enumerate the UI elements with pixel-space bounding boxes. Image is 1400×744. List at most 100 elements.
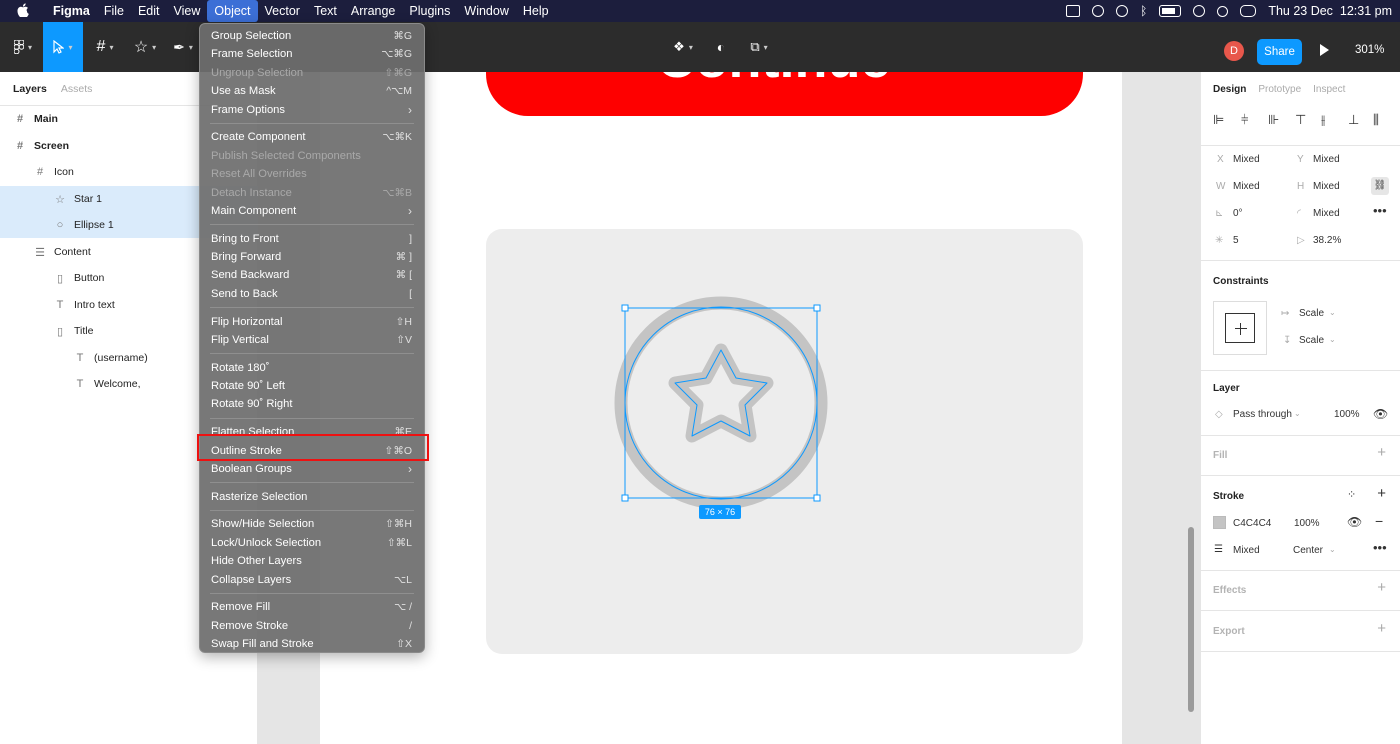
clock[interactable]: Thu 23 Dec 12:31 pm: [1268, 4, 1392, 18]
menu-item[interactable]: Lock/Unlock Selection ⇧⌘L: [200, 534, 424, 552]
stroke-color-field[interactable]: C4C4C4: [1233, 518, 1271, 529]
menu-item[interactable]: Boolean Groups ›: [200, 460, 424, 478]
menu-item[interactable]: Rotate 90˚ Left: [200, 377, 424, 395]
menu-item[interactable]: Swap Fill and Stroke ⇧X: [200, 635, 424, 653]
menu-view[interactable]: View: [167, 0, 208, 22]
align-top-icon[interactable]: ⊤: [1295, 112, 1306, 128]
time-machine-icon[interactable]: [1116, 5, 1129, 17]
menu-item[interactable]: Show/Hide Selection ⇧⌘H: [200, 515, 424, 533]
menu-item[interactable]: Remove Stroke /: [200, 617, 424, 635]
resize-handle-tr[interactable]: [813, 304, 821, 312]
star-points-field[interactable]: 5: [1233, 235, 1239, 246]
style-grid-icon[interactable]: ⁘: [1347, 488, 1356, 501]
opacity-field[interactable]: 100%: [1334, 409, 1360, 420]
add-effect-icon[interactable]: +: [1377, 579, 1386, 596]
eye-icon[interactable]: 👁: [1347, 515, 1362, 529]
constraint-widget[interactable]: [1213, 301, 1267, 355]
control-center-icon[interactable]: [1240, 5, 1257, 17]
boolean-button[interactable]: ⧉ ▾: [744, 22, 774, 72]
menu-vector[interactable]: Vector: [258, 0, 307, 22]
more-icon[interactable]: •••: [1373, 540, 1387, 555]
display-icon[interactable]: [1066, 5, 1081, 17]
play-circle-icon[interactable]: [1092, 5, 1105, 17]
height-field[interactable]: Mixed: [1313, 181, 1340, 192]
zoom-level[interactable]: 301%: [1355, 44, 1384, 56]
constrain-proportions-icon[interactable]: ⛓: [1371, 177, 1389, 195]
width-field[interactable]: Mixed: [1233, 181, 1260, 192]
move-tool-button[interactable]: ▾: [43, 22, 83, 72]
apple-icon[interactable]: [0, 2, 46, 20]
tab-inspect[interactable]: Inspect: [1313, 84, 1345, 95]
menu-help[interactable]: Help: [516, 0, 556, 22]
frame-tool-button[interactable]: # ▾: [88, 22, 122, 72]
resize-handle-br[interactable]: [813, 494, 821, 502]
corner-radius-field[interactable]: Mixed: [1313, 208, 1340, 219]
vertical-constraint-select[interactable]: Scale: [1299, 335, 1324, 346]
add-export-icon[interactable]: +: [1377, 620, 1386, 637]
tab-assets[interactable]: Assets: [61, 83, 93, 95]
ratio-field[interactable]: 38.2%: [1313, 235, 1341, 246]
resize-handle-bl[interactable]: [621, 494, 629, 502]
menu-edit[interactable]: Edit: [131, 0, 167, 22]
figma-menu-button[interactable]: ▾: [8, 22, 38, 72]
align-bottom-icon[interactable]: ⊥: [1348, 112, 1359, 128]
menu-item[interactable]: Bring to Front]: [200, 230, 424, 248]
menu-arrange[interactable]: Arrange: [344, 0, 402, 22]
menu-file[interactable]: File: [97, 0, 131, 22]
menu-item[interactable]: Create Component ⌥⌘K: [200, 128, 424, 146]
pen-tool-button[interactable]: ✒ ▾: [166, 22, 200, 72]
menu-item[interactable]: Frame Options ›: [200, 101, 424, 119]
tab-layers[interactable]: Layers: [13, 83, 47, 95]
menu-item[interactable]: Hide Other Layers: [200, 552, 424, 570]
resize-handle-tl[interactable]: [621, 304, 629, 312]
menu-item[interactable]: Flip Horizontal ⇧H: [200, 313, 424, 331]
menu-figma[interactable]: Figma: [46, 0, 97, 22]
stroke-opacity-field[interactable]: 100%: [1294, 518, 1320, 529]
search-icon[interactable]: [1217, 5, 1229, 17]
add-stroke-icon[interactable]: +: [1377, 485, 1386, 502]
mask-button[interactable]: ◐: [710, 22, 732, 72]
stroke-color-swatch[interactable]: [1213, 516, 1226, 529]
battery-icon[interactable]: [1159, 5, 1182, 17]
eye-icon[interactable]: 👁: [1373, 407, 1388, 421]
align-left-icon[interactable]: ⊫: [1213, 112, 1224, 128]
menu-item[interactable]: Group Selection ⌘G: [200, 27, 424, 45]
stroke-weight-field[interactable]: Mixed: [1233, 545, 1260, 556]
component-button[interactable]: ❖ ▾: [672, 22, 694, 72]
align-middle-icon[interactable]: ⫲: [1321, 112, 1325, 128]
shape-tool-button[interactable]: ☆ ▾: [128, 22, 162, 72]
screen-frame[interactable]: Continue 76 × 76: [320, 72, 1122, 744]
menu-item[interactable]: Flip Vertical ⇧V: [200, 331, 424, 349]
more-icon[interactable]: •••: [1373, 203, 1387, 218]
ellipse-icon[interactable]: [614, 296, 828, 510]
menu-item[interactable]: Frame Selection ⌥⌘G: [200, 45, 424, 63]
menu-plugins[interactable]: Plugins: [402, 0, 457, 22]
y-field[interactable]: Mixed: [1313, 154, 1340, 165]
remove-stroke-icon[interactable]: −: [1375, 513, 1383, 529]
rotation-field[interactable]: 0°: [1233, 208, 1243, 219]
menu-item[interactable]: Rotate 180˚: [200, 359, 424, 377]
share-button[interactable]: Share: [1257, 39, 1302, 65]
stroke-align-select[interactable]: Center: [1293, 545, 1323, 556]
menu-item[interactable]: Use as Mask ^⌥M: [200, 82, 424, 100]
menu-item[interactable]: Rotate 90˚ Right: [200, 395, 424, 413]
star-shape-icon[interactable]: [668, 343, 774, 443]
icon-group[interactable]: 76 × 76: [320, 72, 1122, 744]
tab-design[interactable]: Design: [1213, 84, 1246, 95]
horizontal-constraint-select[interactable]: Scale: [1299, 308, 1324, 319]
menu-item[interactable]: Send to Back [: [200, 285, 424, 303]
avatar[interactable]: D: [1224, 41, 1244, 61]
align-right-icon[interactable]: ⊪: [1268, 112, 1279, 128]
tab-prototype[interactable]: Prototype: [1258, 84, 1301, 95]
menu-object[interactable]: Object: [207, 0, 258, 22]
canvas-scrollbar[interactable]: [1188, 527, 1194, 712]
menu-item[interactable]: Remove Fill ⌥ /: [200, 598, 424, 616]
menu-item[interactable]: Bring Forward ⌘ ]: [200, 248, 424, 266]
menu-item[interactable]: Rasterize Selection: [200, 488, 424, 506]
align-center-h-icon[interactable]: ⫩: [1241, 112, 1248, 128]
menu-item[interactable]: Send Backward ⌘ [: [200, 266, 424, 284]
menu-item[interactable]: Collapse Layers ⌥L: [200, 571, 424, 589]
menu-text[interactable]: Text: [307, 0, 344, 22]
distribute-icon[interactable]: ⫼: [1373, 112, 1379, 128]
x-field[interactable]: Mixed: [1233, 154, 1260, 165]
